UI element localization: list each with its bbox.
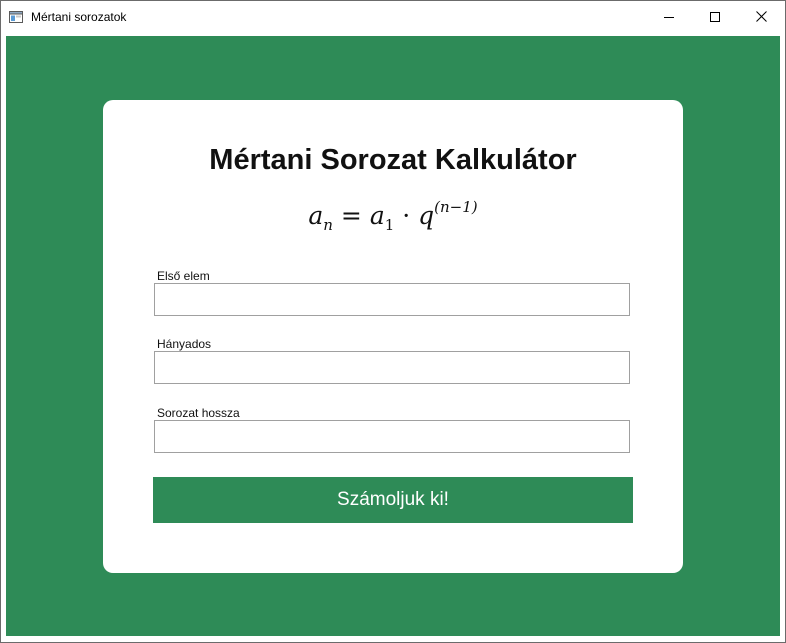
formula-exponent: (n−1) [434, 198, 478, 216]
ratio-input[interactable] [154, 351, 630, 384]
formula-rhs-var: a [369, 201, 385, 230]
first-term-input[interactable] [154, 283, 630, 316]
formula-base: q [418, 201, 435, 230]
green-background: Mértani Sorozat Kalkulátor an = a1 · q(n… [6, 36, 780, 636]
minimize-icon [664, 16, 674, 18]
maximize-icon [710, 11, 720, 22]
minimize-button[interactable] [646, 1, 692, 32]
ratio-label: Hányados [157, 337, 212, 351]
calculator-card: Mértani Sorozat Kalkulátor an = a1 · q(n… [103, 100, 683, 573]
geometric-formula: an = a1 · q(n−1) [103, 196, 683, 236]
close-button[interactable] [738, 1, 784, 32]
sequence-length-input[interactable] [154, 420, 630, 453]
app-window: Mértani sorozatok Mértani Sorozat Kalkul… [0, 0, 786, 643]
calculate-button[interactable]: Számoljuk ki! [153, 477, 633, 523]
formula-lhs-sub: n [323, 216, 333, 234]
formula-lhs-var: a [308, 201, 324, 230]
page-title: Mértani Sorozat Kalkulátor [209, 144, 577, 176]
title-bar[interactable]: Mértani sorozatok [1, 1, 785, 32]
app-window-icon [9, 10, 23, 23]
first-term-label: Első elem [157, 269, 210, 283]
formula-equals: = [340, 201, 362, 230]
formula-rhs-sub: 1 [384, 216, 395, 234]
close-icon [755, 11, 767, 22]
window-title: Mértani sorozatok [31, 10, 127, 24]
maximize-button[interactable] [692, 1, 738, 32]
formula-dot: · [402, 201, 411, 230]
sequence-length-label: Sorozat hossza [157, 406, 240, 420]
